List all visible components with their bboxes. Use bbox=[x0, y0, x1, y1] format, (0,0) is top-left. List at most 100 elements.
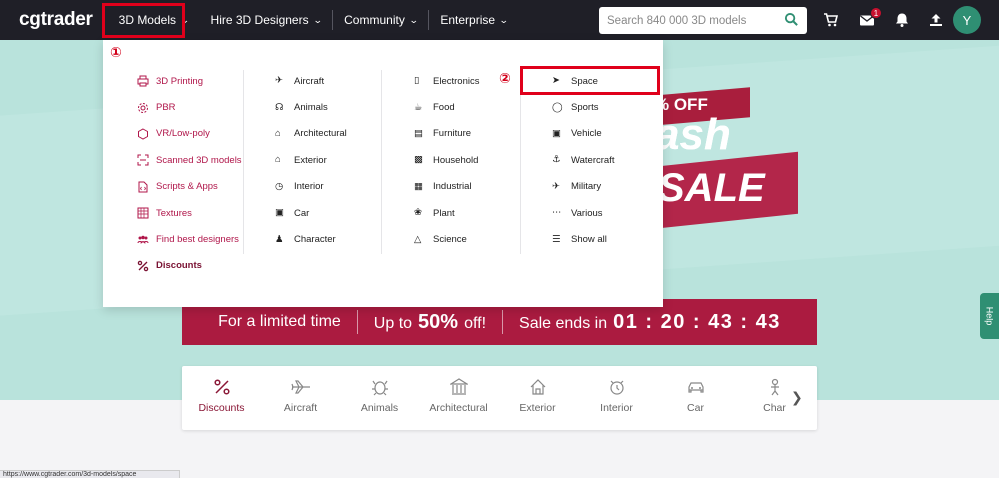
promo-percent: 50% bbox=[418, 310, 459, 333]
avatar[interactable]: Y bbox=[953, 6, 981, 34]
category-label: Aircraft bbox=[283, 402, 318, 414]
category-label: Discounts bbox=[198, 402, 245, 414]
menu-item-label: Watercraft bbox=[571, 154, 615, 166]
category-animals[interactable]: Animals bbox=[340, 366, 419, 430]
nav-community[interactable]: Community ⌄ bbox=[333, 0, 428, 40]
menu-item-3d-printing[interactable]: 3D Printing bbox=[137, 68, 242, 94]
menu-item-vr-low-poly[interactable]: VR/Low-poly bbox=[137, 121, 242, 147]
menu-item-label: Animals bbox=[294, 102, 328, 114]
category-architectural[interactable]: Architectural bbox=[419, 366, 498, 430]
highlight-box-space bbox=[520, 66, 660, 95]
menu-item-label: Interior bbox=[294, 181, 324, 193]
bell-icon[interactable] bbox=[894, 12, 910, 28]
menu-item-label: Discounts bbox=[156, 260, 202, 272]
menu-item-food[interactable]: ☕ Food bbox=[414, 94, 479, 120]
promo-ends-text: Sale ends in bbox=[519, 314, 608, 332]
animal-icon: ☊ bbox=[275, 101, 284, 113]
menu-item-car[interactable]: ▣ Car bbox=[275, 200, 347, 226]
menu-item-electronics[interactable]: ▯ Electronics bbox=[414, 68, 479, 94]
character-icon bbox=[770, 378, 779, 396]
menu-item-architectural[interactable]: ⌂ Architectural bbox=[275, 121, 347, 147]
menu-item-animals[interactable]: ☊ Animals bbox=[275, 94, 347, 120]
factory-icon: ▦ bbox=[414, 180, 423, 192]
chevron-right-icon[interactable]: ❯ bbox=[791, 389, 803, 406]
leaf-icon: ❀ bbox=[414, 207, 422, 219]
menu-item-household[interactable]: ▩ Household bbox=[414, 147, 479, 173]
menu-item-label: Vehicle bbox=[571, 128, 602, 140]
menu-item-label: Exterior bbox=[294, 154, 327, 166]
menu-item-find-designers[interactable]: Find best designers bbox=[137, 226, 242, 252]
menu-item-interior[interactable]: ◷ Interior bbox=[275, 174, 347, 200]
menu-item-aircraft[interactable]: ✈ Aircraft bbox=[275, 68, 347, 94]
building-columns-icon bbox=[449, 378, 468, 395]
truck-icon: ▣ bbox=[552, 127, 561, 139]
menu-item-label: Sports bbox=[571, 102, 599, 114]
chevron-down-icon: ⌄ bbox=[498, 14, 509, 25]
menu-item-label: Electronics bbox=[433, 75, 480, 87]
menu-item-label: 3D Printing bbox=[156, 75, 203, 87]
menu-item-sports[interactable]: ◯ Sports bbox=[552, 94, 614, 120]
dropdown-column-special: 3D Printing PBR VR/Low-poly Scanned 3D m… bbox=[137, 68, 242, 279]
menu-item-pbr[interactable]: PBR bbox=[137, 94, 242, 120]
nav-hire-designers-label: Hire 3D Designers bbox=[210, 13, 309, 27]
highlight-box-3d-models bbox=[102, 3, 185, 38]
menu-item-label: Science bbox=[433, 234, 467, 246]
hexagon-icon bbox=[138, 128, 148, 140]
search-input[interactable] bbox=[607, 14, 777, 27]
couch-icon: ▩ bbox=[414, 154, 423, 166]
menu-item-science[interactable]: △ Science bbox=[414, 226, 479, 252]
mail-count-badge: 1 bbox=[870, 7, 882, 19]
nav-hire-designers[interactable]: Hire 3D Designers ⌄ bbox=[200, 0, 333, 40]
category-strip: Discounts Aircraft Animals Architectural… bbox=[182, 366, 817, 430]
menu-item-label: Find best designers bbox=[156, 234, 239, 246]
annotation-marker-1: ① bbox=[110, 44, 122, 60]
menu-item-label: Plant bbox=[433, 207, 455, 219]
character-icon: ♟ bbox=[275, 233, 284, 245]
house-icon bbox=[530, 379, 545, 395]
printer-icon bbox=[137, 75, 149, 87]
menu-item-label: Various bbox=[571, 207, 603, 219]
menu-item-industrial[interactable]: ▦ Industrial bbox=[414, 174, 479, 200]
category-label: Interior bbox=[600, 402, 633, 414]
sale-text: SALE bbox=[658, 166, 765, 210]
menu-item-exterior[interactable]: ⌂ Exterior bbox=[275, 147, 347, 173]
building-columns-icon: ⌂ bbox=[275, 127, 281, 139]
category-exterior[interactable]: Exterior bbox=[498, 366, 577, 430]
category-car[interactable]: Car bbox=[656, 366, 735, 430]
animal-icon bbox=[371, 380, 388, 396]
menu-item-character[interactable]: ♟ Character bbox=[275, 226, 347, 252]
category-interior[interactable]: Interior bbox=[577, 366, 656, 430]
search-icon[interactable] bbox=[784, 12, 799, 27]
menu-item-textures[interactable]: Textures bbox=[137, 200, 242, 226]
help-tab[interactable]: Help bbox=[980, 293, 999, 339]
column-divider bbox=[243, 70, 244, 254]
gear-icon bbox=[138, 102, 148, 113]
category-label: Exterior bbox=[519, 402, 556, 414]
menu-item-show-all[interactable]: ☰ Show all bbox=[552, 226, 614, 252]
menu-item-discounts[interactable]: Discounts bbox=[137, 253, 242, 279]
menu-item-scripts-apps[interactable]: Scripts & Apps bbox=[137, 174, 242, 200]
menu-item-label: PBR bbox=[156, 102, 176, 114]
category-discounts[interactable]: Discounts bbox=[182, 366, 261, 430]
nav-enterprise-label: Enterprise bbox=[440, 13, 496, 27]
ship-icon: ⚓ bbox=[552, 154, 561, 166]
menu-item-military[interactable]: ✈ Military bbox=[552, 174, 614, 200]
upload-icon[interactable] bbox=[928, 12, 944, 28]
menu-item-furniture[interactable]: ▤ Furniture bbox=[414, 121, 479, 147]
menu-item-label: Food bbox=[433, 102, 455, 114]
scan-icon bbox=[137, 154, 149, 166]
menu-item-various[interactable]: ⋯ Various bbox=[552, 200, 614, 226]
menu-item-plant[interactable]: ❀ Plant bbox=[414, 200, 479, 226]
menu-item-vehicle[interactable]: ▣ Vehicle bbox=[552, 121, 614, 147]
logo[interactable]: cgtrader bbox=[19, 9, 93, 31]
menu-item-label: Industrial bbox=[433, 181, 472, 193]
flash-text: ash bbox=[655, 110, 731, 159]
list-icon: ☰ bbox=[552, 233, 561, 245]
dropdown-column-a: ✈ Aircraft ☊ Animals ⌂ Architectural ⌂ Exter… bbox=[275, 68, 347, 253]
cart-icon[interactable] bbox=[823, 12, 839, 28]
column-divider bbox=[520, 70, 521, 254]
menu-item-scanned-3d-models[interactable]: Scanned 3D models bbox=[137, 147, 242, 173]
nav-enterprise[interactable]: Enterprise ⌄ bbox=[429, 0, 518, 40]
menu-item-watercraft[interactable]: ⚓ Watercraft bbox=[552, 147, 614, 173]
category-aircraft[interactable]: Aircraft bbox=[261, 366, 340, 430]
